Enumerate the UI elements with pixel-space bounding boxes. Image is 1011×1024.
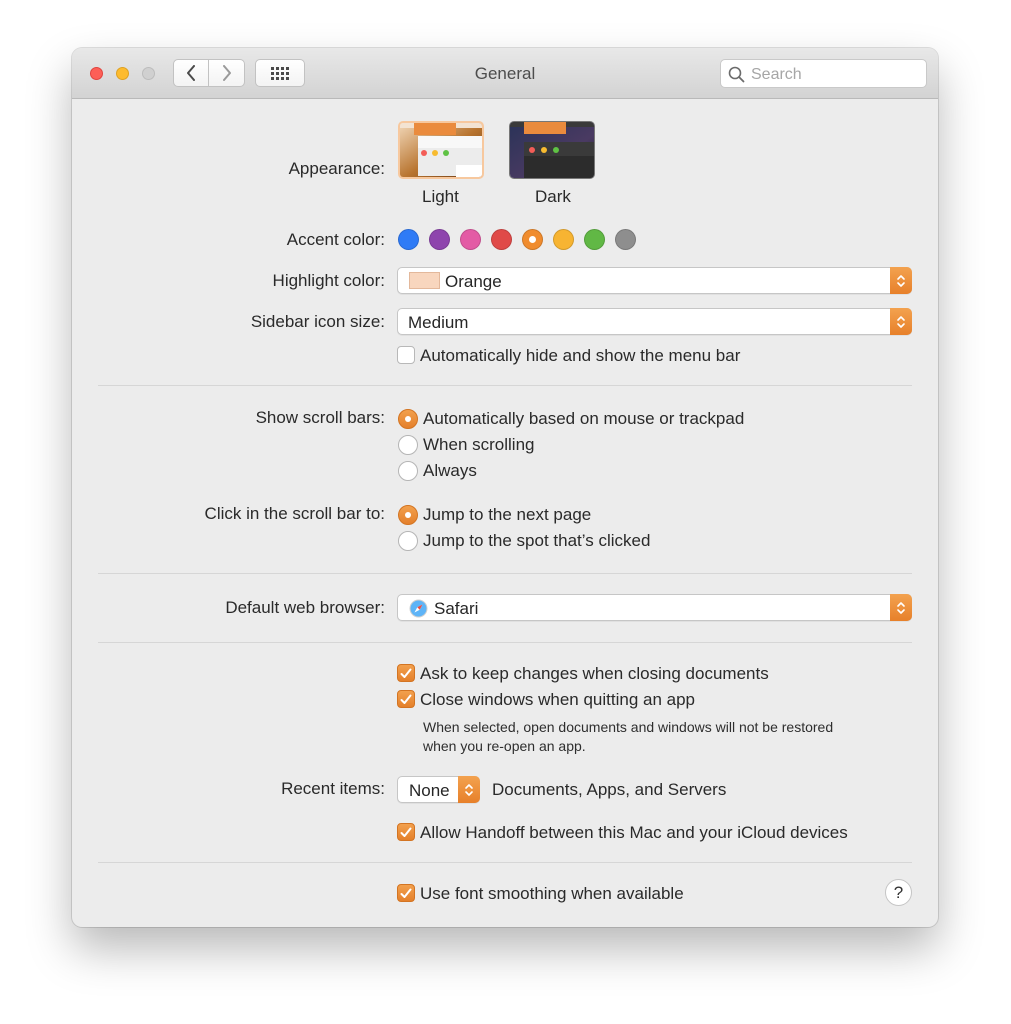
checkmark-icon: [400, 694, 412, 704]
accent-color-swatch[interactable]: [584, 229, 605, 250]
appearance-light-label: Light: [422, 187, 459, 206]
accent-color-swatch[interactable]: [615, 229, 636, 250]
sidebar-icon-size-popup[interactable]: Medium: [397, 308, 912, 335]
ask-keep-changes-label: Ask to keep changes when closing documen…: [420, 664, 769, 683]
sidebar-icon-size-value: Medium: [408, 313, 469, 332]
ask-keep-changes-checkbox[interactable]: [397, 664, 415, 682]
accent-color-swatch[interactable]: [491, 229, 512, 250]
appearance-label: Appearance:: [288, 159, 385, 178]
menu-bar-autohide-label: Automatically hide and show the menu bar: [420, 346, 741, 365]
close-windows-checkbox[interactable]: [397, 690, 415, 708]
chevron-up-down-icon: [465, 783, 473, 796]
section-divider: [98, 642, 912, 643]
close-windows-label: Close windows when quitting an app: [420, 690, 696, 709]
recent-items-value: None: [409, 781, 450, 800]
accent-color-label: Accent color:: [286, 230, 385, 249]
close-windows-note-line1: When selected, open documents and window…: [423, 719, 834, 735]
appearance-dark-label: Dark: [535, 187, 571, 206]
scroll-click-next-page-label: Jump to the next page: [423, 505, 592, 524]
font-smoothing-label: Use font smoothing when available: [420, 884, 684, 903]
accent-color-swatch[interactable]: [522, 229, 543, 250]
chevron-up-down-icon: [897, 274, 905, 287]
highlight-color-label: Highlight color:: [272, 271, 385, 290]
default-browser-value: Safari: [434, 599, 479, 618]
highlight-color-popup[interactable]: Orange: [397, 267, 912, 294]
dark-appearance-thumbnail: [510, 122, 594, 178]
search-field[interactable]: [720, 59, 927, 88]
scroll-bars-when-scrolling-radio[interactable]: [398, 435, 418, 455]
search-icon: [728, 66, 745, 83]
scroll-bars-always-label: Always: [423, 461, 477, 480]
popup-stepper: [890, 594, 912, 621]
scroll-click-spot-radio[interactable]: [398, 531, 418, 551]
appearance-dark-option[interactable]: [509, 121, 595, 179]
accent-color-swatch[interactable]: [398, 229, 419, 250]
recent-items-popup[interactable]: None: [397, 776, 480, 803]
handoff-label: Allow Handoff between this Mac and your …: [420, 823, 848, 842]
checkmark-icon: [400, 827, 412, 837]
font-smoothing-checkbox[interactable]: [397, 884, 415, 902]
close-windows-note-line2: when you re-open an app.: [423, 738, 586, 754]
popup-stepper: [890, 308, 912, 335]
preferences-window: General Appearance: Light: [72, 48, 938, 927]
sidebar-icon-size-label: Sidebar icon size:: [250, 312, 385, 331]
recent-items-suffix: Documents, Apps, and Servers: [492, 780, 727, 799]
help-button[interactable]: ?: [885, 879, 912, 906]
scroll-click-label: Click in the scroll bar to:: [204, 504, 385, 523]
menu-bar-autohide-checkbox[interactable]: [397, 346, 415, 364]
scroll-click-spot-label: Jump to the spot that’s clicked: [423, 531, 651, 550]
appearance-light-option[interactable]: [398, 121, 484, 179]
light-appearance-thumbnail: [400, 123, 482, 177]
section-divider: [98, 385, 912, 386]
scroll-bars-when-scrolling-label: When scrolling: [423, 435, 535, 454]
checkmark-icon: [400, 668, 412, 678]
popup-stepper: [458, 776, 480, 803]
title-bar: General: [72, 48, 938, 99]
default-browser-label: Default web browser:: [225, 598, 385, 617]
scroll-bars-automatic-label: Automatically based on mouse or trackpad: [423, 409, 745, 428]
show-scroll-bars-label: Show scroll bars:: [255, 408, 385, 427]
section-divider: [98, 862, 912, 863]
highlight-color-swatch: [409, 272, 440, 289]
chevron-up-down-icon: [897, 601, 905, 614]
highlight-color-value: Orange: [445, 272, 502, 291]
handoff-checkbox[interactable]: [397, 823, 415, 841]
chevron-up-down-icon: [897, 315, 905, 328]
safari-icon: [409, 599, 428, 618]
checkmark-icon: [400, 888, 412, 898]
search-input[interactable]: [749, 64, 923, 85]
default-browser-popup[interactable]: Safari: [397, 594, 912, 621]
scroll-bars-always-radio[interactable]: [398, 461, 418, 481]
accent-color-swatch[interactable]: [429, 229, 450, 250]
accent-color-swatch[interactable]: [460, 229, 481, 250]
recent-items-label: Recent items:: [281, 779, 385, 798]
section-divider: [98, 573, 912, 574]
scroll-click-next-page-radio[interactable]: [398, 505, 418, 525]
scroll-bars-automatic-radio[interactable]: [398, 409, 418, 429]
popup-stepper: [890, 267, 912, 294]
accent-color-swatch[interactable]: [553, 229, 574, 250]
